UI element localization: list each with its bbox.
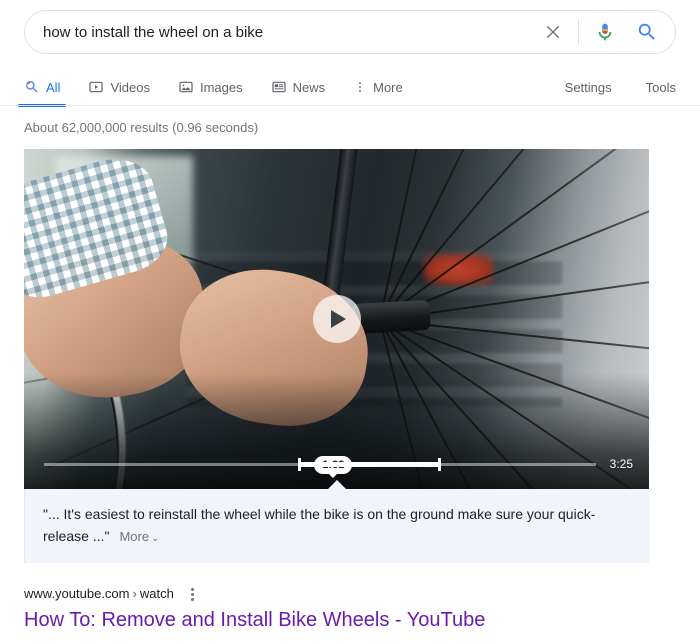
chevron-down-icon: ⌄ [151,533,160,544]
search-divider [578,19,579,45]
tools-button[interactable]: Tools [646,80,676,95]
tab-news-label: News [292,79,326,95]
segment-end-marker[interactable] [438,457,442,471]
tab-more[interactable]: More [353,68,417,106]
caption-more-label: More [119,529,150,544]
search-input[interactable] [43,23,540,41]
tab-all[interactable]: All [18,68,74,107]
url-separator: › [132,586,137,601]
tab-images[interactable]: Images [178,68,257,106]
tab-videos[interactable]: Videos [88,68,164,106]
result-url[interactable]: www.youtube.com › watch [24,585,174,603]
tab-images-label: Images [199,79,243,95]
tab-news[interactable]: News [271,68,340,106]
video-duration: 3:25 [609,457,633,471]
play-icon[interactable] [312,295,361,343]
close-icon[interactable] [540,19,566,45]
tab-videos-label: Videos [110,79,150,95]
nav-tabs: All Videos Images News More [18,68,431,107]
result-stats: About 62,000,000 results (0.96 seconds) [24,120,259,135]
url-path: watch [139,586,174,601]
video-caption-box: "... It's easiest to reinstall the wheel… [24,489,649,563]
news-icon [272,81,286,93]
microphone-icon[interactable] [593,20,617,44]
video-icon [89,81,104,93]
search-icon[interactable] [635,20,659,44]
image-icon [179,81,193,93]
search-box[interactable] [24,10,676,54]
video-result: 1:32 3:25 "... It's easiest to reinstall… [0,149,700,633]
video-card: 1:32 3:25 "... It's easiest to reinstall… [24,149,649,633]
progress-segment [297,461,442,467]
breadcrumb: www.youtube.com › watch [24,585,649,603]
kebab-icon[interactable] [186,585,200,603]
kebab-icon [359,82,362,92]
tab-more-label: More [373,79,403,95]
nav-right-actions: Settings Tools [531,68,676,106]
search-bar-container [0,0,700,54]
result-link-block: www.youtube.com › watch How To: Remove and… [24,585,649,633]
result-title-link[interactable]: How To: Remove and Install Bike Wheels -… [24,607,649,633]
progress-track[interactable] [44,457,596,471]
segment-start-marker[interactable] [297,457,301,471]
search-nav: All Videos Images News More Settings Too… [0,68,700,107]
search-icon [26,81,38,93]
video-progress-row: 3:25 [24,457,649,471]
settings-button[interactable]: Settings [565,80,612,95]
tab-all-label: All [46,79,61,95]
video-thumbnail[interactable]: 1:32 3:25 [24,149,649,489]
caption-more-button[interactable]: More ⌄ [119,529,159,544]
nav-divider [0,105,700,106]
url-domain: www.youtube.com [24,586,130,601]
